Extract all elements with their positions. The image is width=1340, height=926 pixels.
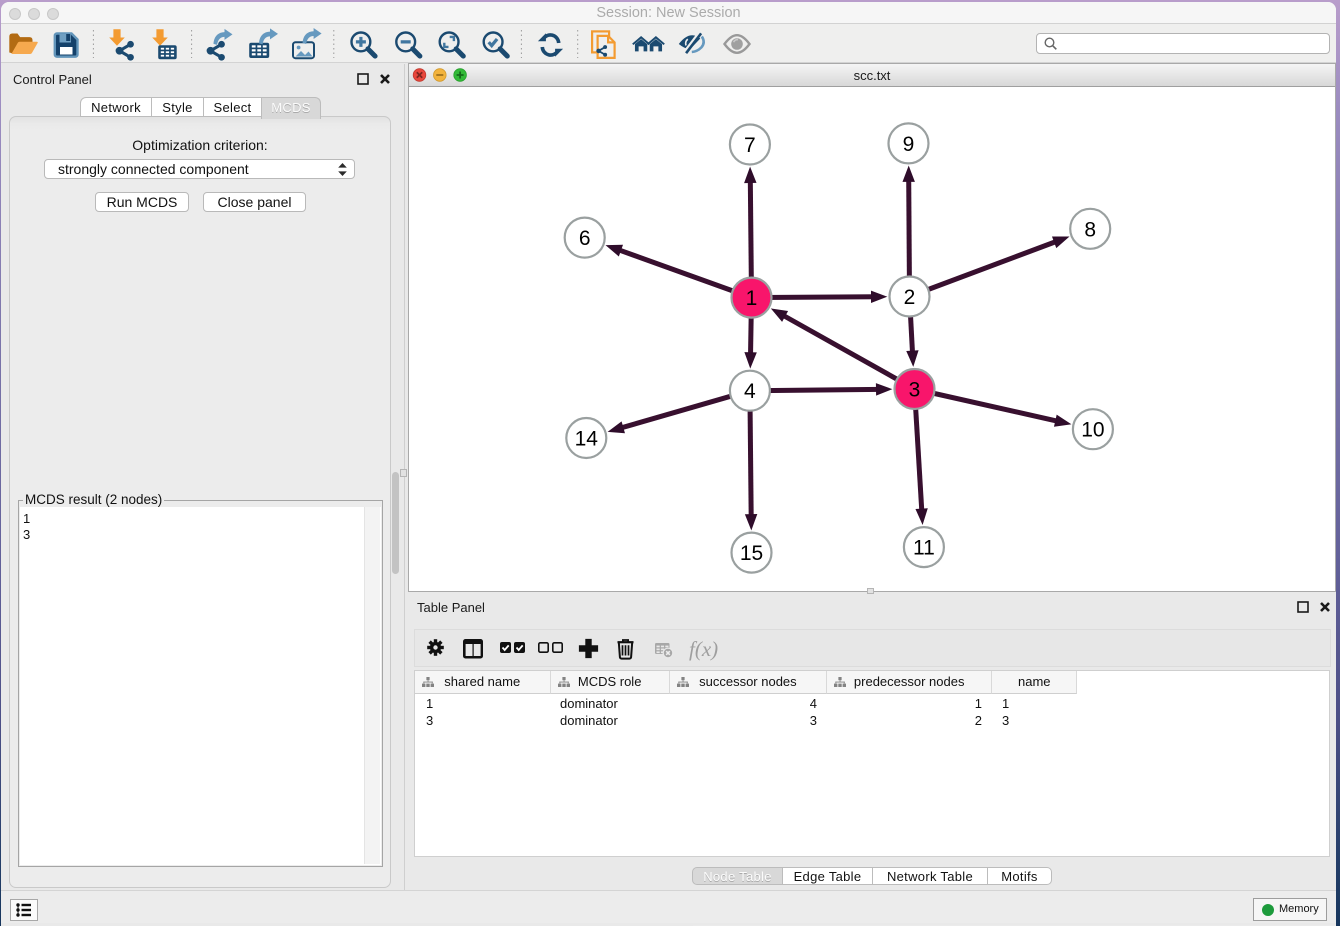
svg-text:f(x): f(x): [689, 637, 718, 661]
